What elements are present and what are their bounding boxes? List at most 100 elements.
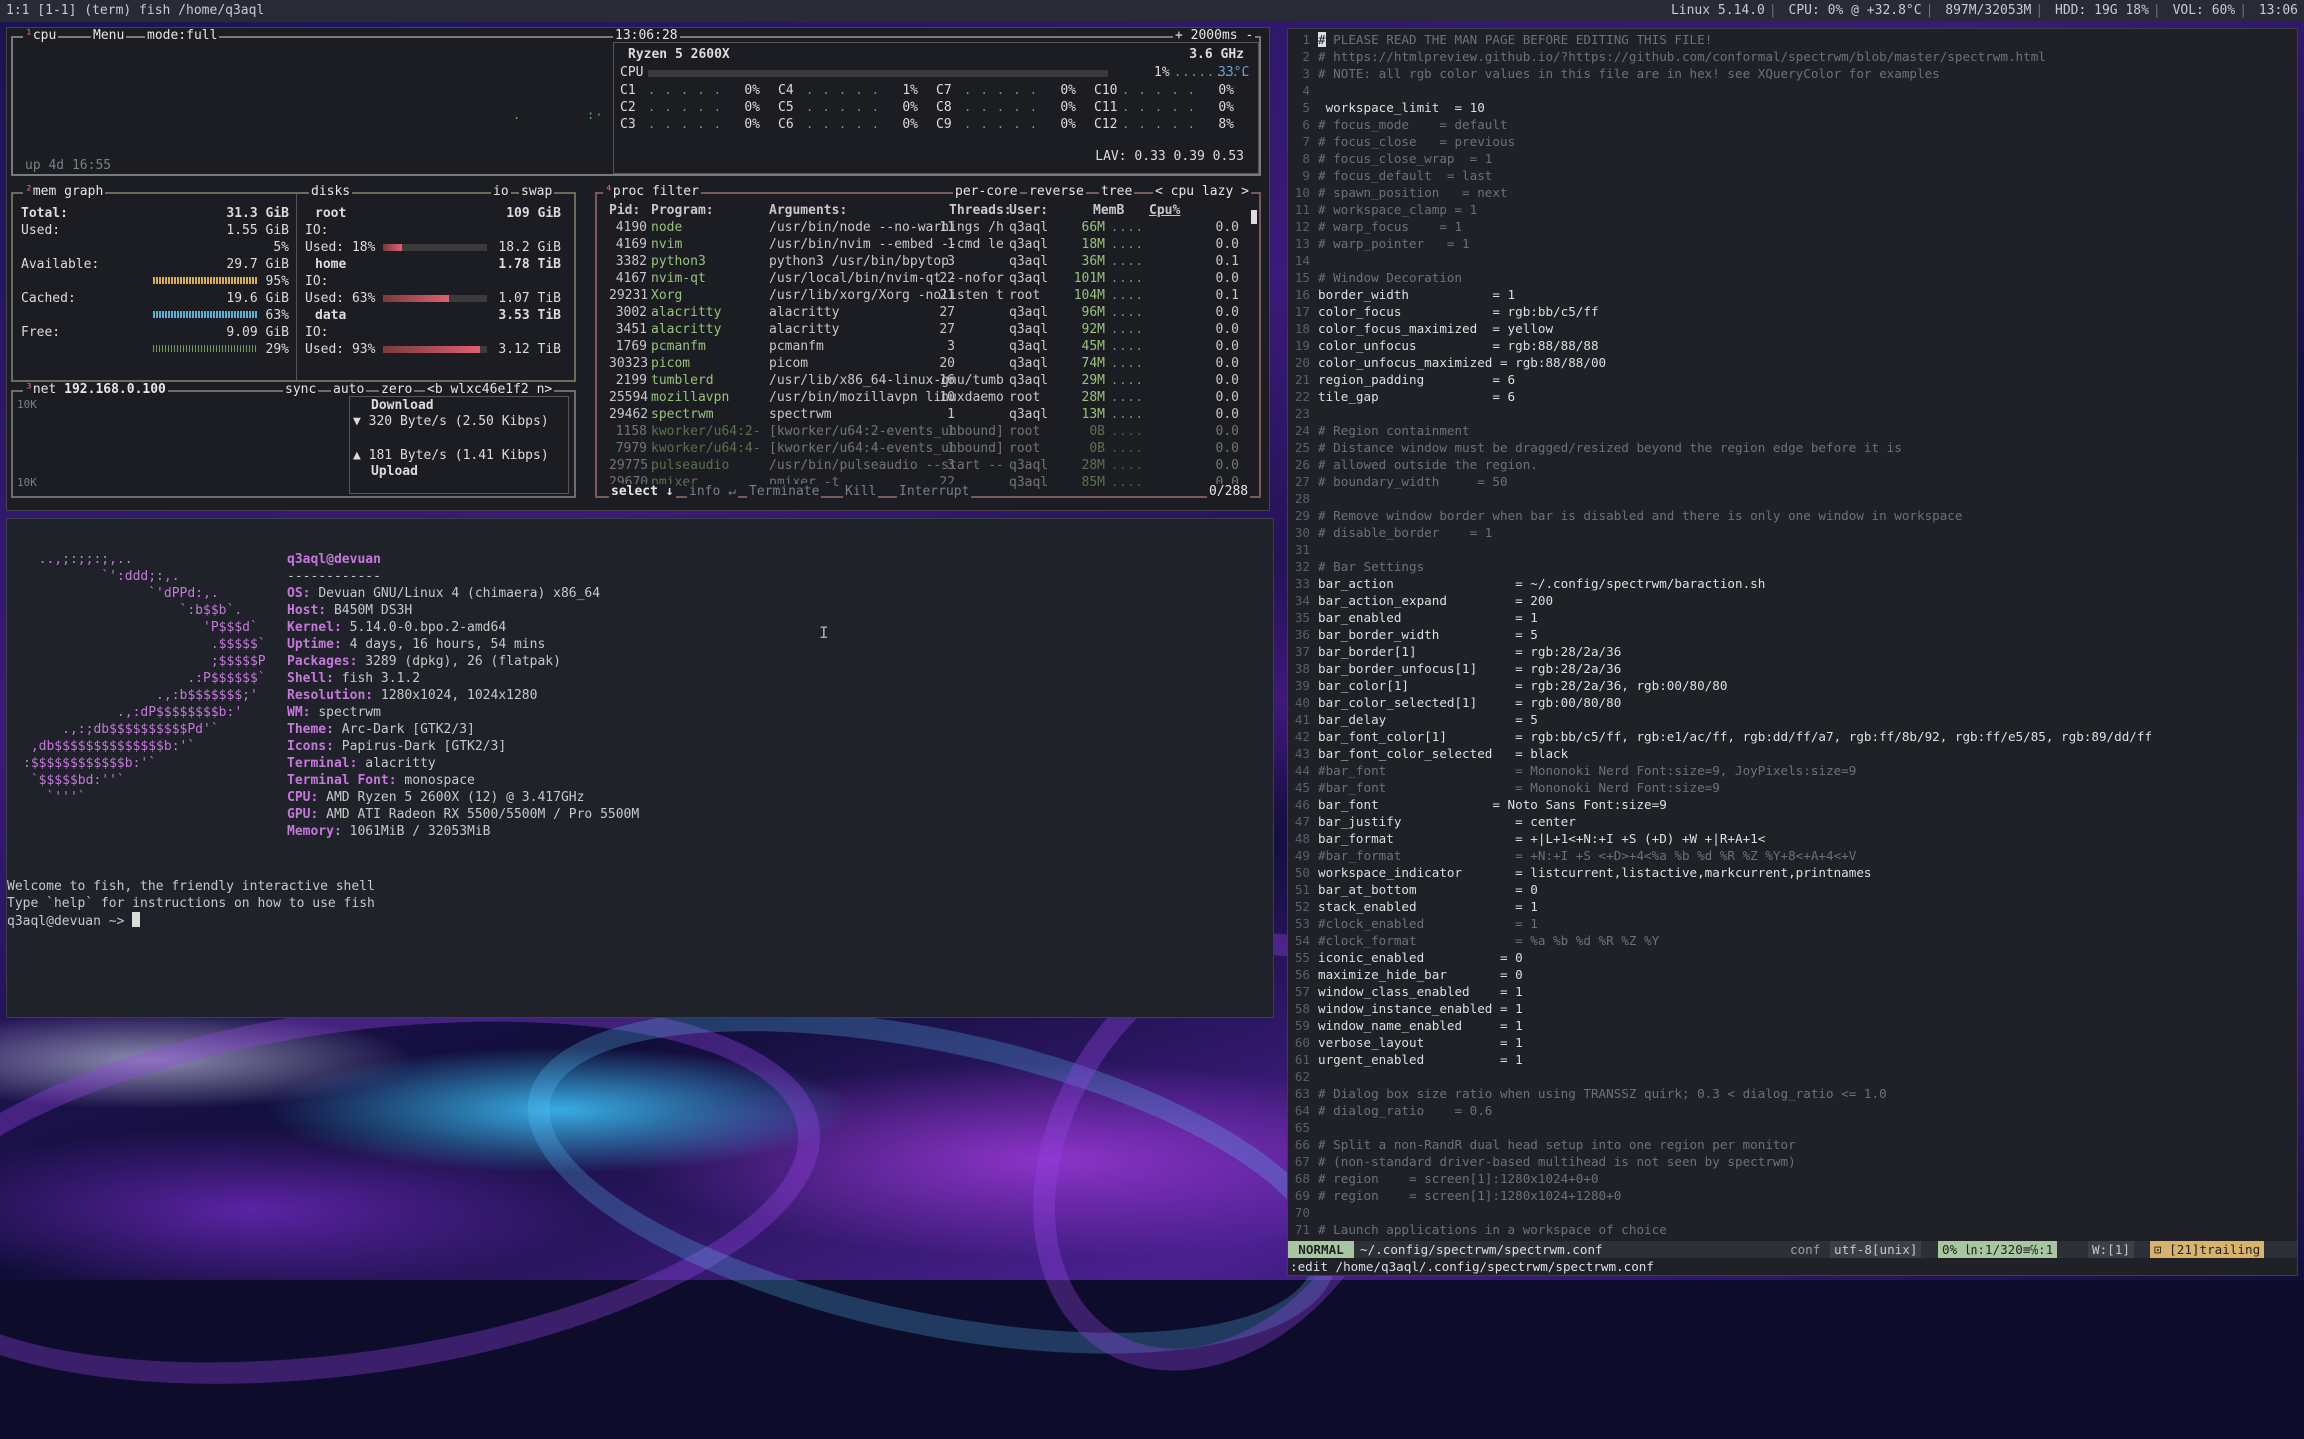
editor-line[interactable]: 22 tile_gap = 6 <box>1288 388 1515 405</box>
cpu-box-title[interactable]: cpu <box>33 28 56 43</box>
proc-footer-kill[interactable]: Kill <box>843 484 879 499</box>
editor-line[interactable]: 58 window_instance_enabled = 1 <box>1288 1000 1523 1017</box>
editor-line[interactable]: 12 # warp_focus = 1 <box>1288 218 1462 235</box>
editor-line[interactable]: 4 <box>1288 82 1318 99</box>
swap-toggle[interactable]: swap <box>519 184 555 199</box>
editor-line[interactable]: 11 # workspace_clamp = 1 <box>1288 201 1477 218</box>
editor-line[interactable]: 32 # Bar Settings <box>1288 558 1424 575</box>
proc-column-header[interactable]: User: <box>1009 202 1048 219</box>
proc-scrollbar[interactable] <box>1251 210 1257 224</box>
proc-row[interactable]: 3451 alacritty alacritty 27 q3aql 92M 0.0.... <box>609 321 1259 338</box>
proc-row[interactable]: 4169 nvim/usr/bin/nvim --embed --cmd le 1 q… <box>609 236 1259 253</box>
proc-footer-info[interactable]: info ↵ <box>687 484 738 499</box>
editor-line[interactable]: 21 region_padding = 6 <box>1288 371 1515 388</box>
editor-line[interactable]: 17 color_focus = rgb:bb/c5/ff <box>1288 303 1599 320</box>
editor-line[interactable]: 23 <box>1288 405 1318 422</box>
editor-line[interactable]: 41 bar_delay = 5 <box>1288 711 1538 728</box>
editor-line[interactable]: 26 # allowed outside the region. <box>1288 456 1538 473</box>
net-interface-selector[interactable]: <b wlxc46e1f2 n> <box>425 382 555 397</box>
net-sync-toggle[interactable]: sync <box>283 382 319 397</box>
editor-line[interactable]: 10 # spawn_position = next <box>1288 184 1508 201</box>
editor-line[interactable]: 56 maximize_hide_bar = 0 <box>1288 966 1523 983</box>
editor-line[interactable]: 53 #clock_enabled = 1 <box>1288 915 1538 932</box>
proc-column-header[interactable]: Threads: <box>949 202 1012 219</box>
editor-line[interactable]: 71 # Launch applications in a workspace o… <box>1288 1221 1667 1238</box>
net-zero-toggle[interactable]: zero <box>379 382 415 397</box>
update-interval[interactable]: 2000ms <box>1191 28 1238 43</box>
proc-footer-terminate[interactable]: Terminate <box>747 484 822 499</box>
editor-line[interactable]: 66 # Split a non-RandR dual head setup in… <box>1288 1136 1796 1153</box>
editor-line[interactable]: 8 # focus_close_wrap = 1 <box>1288 150 1492 167</box>
graph-toggle[interactable]: graph <box>64 184 103 199</box>
io-toggle[interactable]: io <box>491 184 511 199</box>
mode-toggle[interactable]: mode:full <box>145 28 220 43</box>
sort-selector[interactable]: < cpu lazy > <box>1153 184 1251 199</box>
editor-line[interactable]: 64 # dialog_ratio = 0.6 <box>1288 1102 1493 1119</box>
editor-line[interactable]: 3 # NOTE: all rgb color values in this fi… <box>1288 65 1939 82</box>
editor-line[interactable]: 51 bar_at_bottom = 0 <box>1288 881 1538 898</box>
proc-column-header[interactable]: Program: <box>651 202 714 219</box>
editor-line[interactable]: 28 <box>1288 490 1318 507</box>
editor-line[interactable]: 63 # Dialog box size ratio when using TRA… <box>1288 1085 1887 1102</box>
editor-line[interactable]: 43 bar_font_color_selected = black <box>1288 745 1568 762</box>
proc-column-header[interactable]: Pid: <box>609 202 640 219</box>
editor-line[interactable]: 47 bar_justify = center <box>1288 813 1576 830</box>
editor-line[interactable]: 18 color_focus_maximized = yellow <box>1288 320 1553 337</box>
editor-line[interactable]: 52 stack_enabled = 1 <box>1288 898 1538 915</box>
editor-line[interactable]: 61 urgent_enabled = 1 <box>1288 1051 1523 1068</box>
editor-line[interactable]: 62 <box>1288 1068 1318 1085</box>
editor-line[interactable]: 44 #bar_font = Mononoki Nerd Font:size=9,… <box>1288 762 1857 779</box>
editor-line[interactable]: 9 # focus_default = last <box>1288 167 1492 184</box>
editor-line[interactable]: 14 <box>1288 252 1318 269</box>
proc-footer-interrupt[interactable]: Interrupt <box>897 484 972 499</box>
editor-line[interactable]: 46 bar_font = Noto Sans Font:size=9 <box>1288 796 1667 813</box>
proc-title[interactable]: proc <box>613 184 644 199</box>
proc-column-header[interactable]: MemB <box>1093 202 1124 219</box>
proc-footer-select[interactable]: select ↓ <box>609 484 676 499</box>
proc-row[interactable]: 29231 Xorg/usr/lib/xorg/Xorg -nolisten t2… <box>609 287 1259 304</box>
command-line[interactable]: :edit /home/q3aql/.config/spectrwm/spect… <box>1288 1258 2297 1275</box>
editor-line[interactable]: 34 bar_action_expand = 200 <box>1288 592 1553 609</box>
proc-column-header[interactable]: Cpu% <box>1149 202 1180 219</box>
proc-row[interactable]: 29462 spectrwm spectrwm 1 q3aql 13M 0.0.... <box>609 406 1259 423</box>
editor-line[interactable]: 30 # disable_border = 1 <box>1288 524 1493 541</box>
editor-line[interactable]: 36 bar_border_width = 5 <box>1288 626 1538 643</box>
proc-column-header[interactable]: Arguments: <box>769 202 847 219</box>
proc-row[interactable]: 7979 kworker/u64:4- [kworker/u64:4-events_… <box>609 440 1259 457</box>
editor-line[interactable]: 60 verbose_layout = 1 <box>1288 1034 1523 1051</box>
menu-button[interactable]: Menu <box>91 28 127 43</box>
editor-line[interactable]: 6 # focus_mode = default <box>1288 116 1507 133</box>
btop-window[interactable]: ¹cpu Menu mode:full 13:06:28 + 2000ms - … <box>6 27 1270 511</box>
proc-filter[interactable]: filter <box>652 184 699 199</box>
proc-row[interactable]: 29775 pulseaudio/usr/bin/pulseaudio --sta… <box>609 457 1259 474</box>
editor-line[interactable]: 69 # region = screen[1]:1280x1024+1280+0 <box>1288 1187 1621 1204</box>
editor-line[interactable]: 57 window_class_enabled = 1 <box>1288 983 1523 1000</box>
reverse-toggle[interactable]: reverse <box>1027 184 1086 199</box>
terminal-window[interactable]: ..,;:;;:;,.. `':ddd;:,. `'dPPd:,. `:b$$b… <box>6 518 1274 1018</box>
proc-row[interactable]: 4167 nvim-qt/usr/local/bin/nvim-qt --nofo… <box>609 270 1259 287</box>
editor-line[interactable]: 16 border_width = 1 <box>1288 286 1515 303</box>
editor-line[interactable]: 65 <box>1288 1119 1318 1136</box>
editor-line[interactable]: 20 color_unfocus_maximized = rgb:88/88/00 <box>1288 354 1606 371</box>
disks-title[interactable]: disks <box>309 184 353 199</box>
editor-line[interactable]: 55 iconic_enabled = 0 <box>1288 949 1523 966</box>
editor-line[interactable]: 35 bar_enabled = 1 <box>1288 609 1538 626</box>
editor-line[interactable]: 25 # Distance window must be dragged/resi… <box>1288 439 1902 456</box>
proc-row[interactable]: 3382 python3 python3 /usr/bin/bpytop 3 q3aql… <box>609 253 1259 270</box>
editor-line[interactable]: 70 <box>1288 1204 1318 1221</box>
mem-title[interactable]: mem <box>33 184 56 199</box>
editor-line[interactable]: 19 color_unfocus = rgb:88/88/88 <box>1288 337 1599 354</box>
proc-row[interactable]: 1769 pcmanfm pcmanfm 3 q3aql 45M 0.0.... <box>609 338 1259 355</box>
editor-line[interactable]: 33 bar_action = ~/.config/spectrwm/baract… <box>1288 575 1766 592</box>
editor-line[interactable]: 45 #bar_font = Mononoki Nerd Font:size=9 <box>1288 779 1720 796</box>
editor-line[interactable]: 13 # warp_pointer = 1 <box>1288 235 1470 252</box>
editor-line[interactable]: 39 bar_color[1] = rgb:28/2a/36, rgb:00/80… <box>1288 677 1728 694</box>
editor-line[interactable]: 48 bar_format = +|L+1<+N:+I +S (+D) +W +|… <box>1288 830 1766 847</box>
editor-line[interactable]: 7 # focus_close = previous <box>1288 133 1515 150</box>
editor-window[interactable]: 1 # PLEASE READ THE MAN PAGE BEFORE EDITI… <box>1287 28 2298 1276</box>
editor-line[interactable]: 67 # (non-standard driver-based multihead… <box>1288 1153 1796 1170</box>
proc-row[interactable]: 25594 mozillavpn/usr/bin/mozillavpn linux… <box>609 389 1259 406</box>
editor-line[interactable]: 1 # PLEASE READ THE MAN PAGE BEFORE EDITI… <box>1288 31 1712 48</box>
editor-line[interactable]: 15 # Window Decoration <box>1288 269 1462 286</box>
proc-row[interactable]: 4190 node/usr/bin/node --no-warnings /h 11… <box>609 219 1259 236</box>
